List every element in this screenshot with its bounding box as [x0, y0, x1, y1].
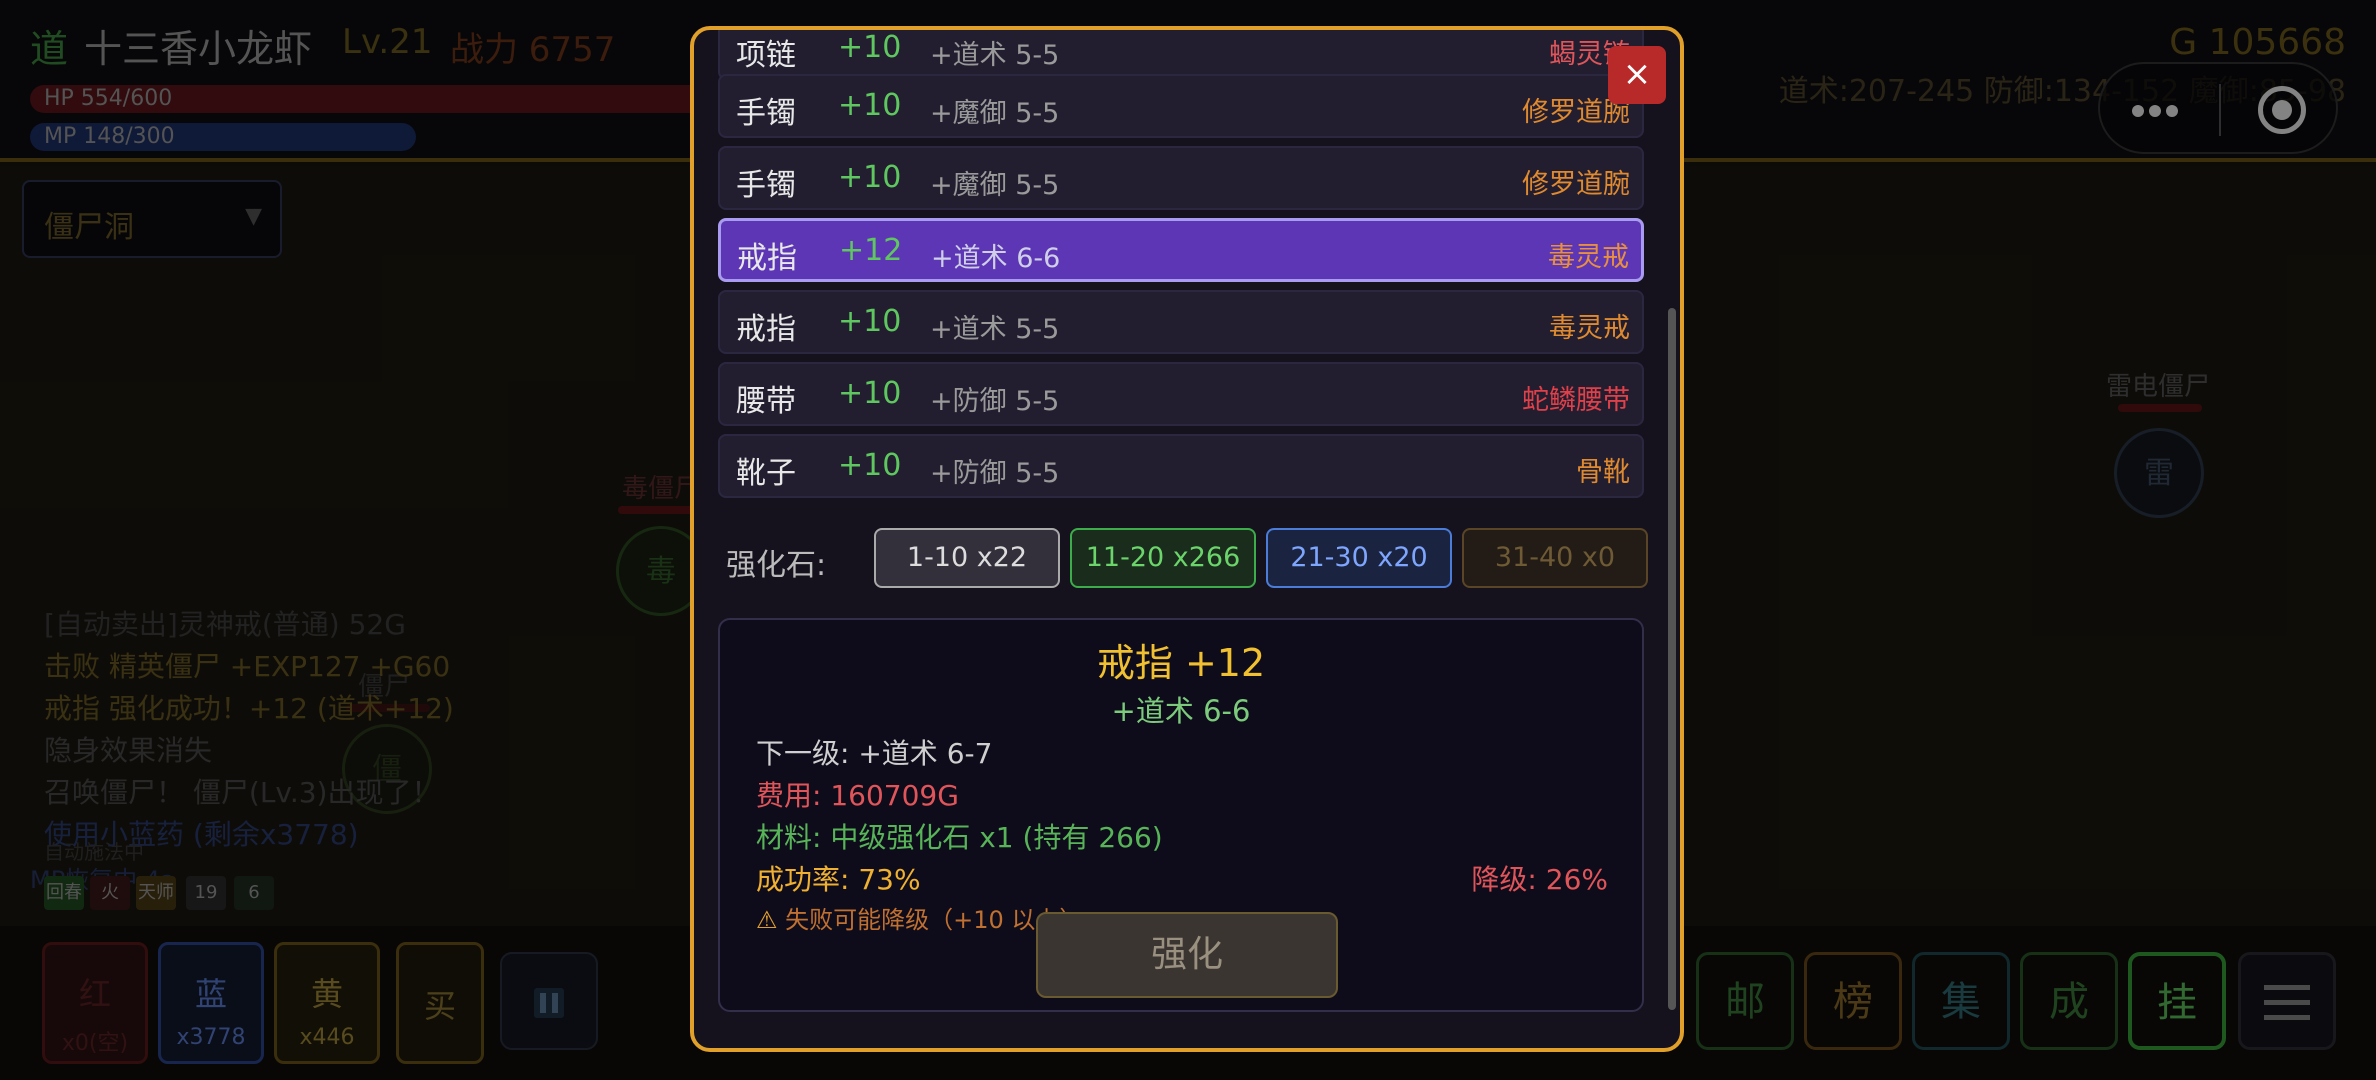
enhance-cost: 费用: 160709G [756, 779, 959, 812]
equipment-row[interactable]: 靴子 +10 +防御 5-5 骨靴 [718, 434, 1644, 498]
enhance-modal: 项链 +10 +道术 5-5 蝎灵链 手镯 +10 +魔御 5-5 修罗道腕 手… [690, 26, 1684, 1052]
enhance-level: +10 [838, 88, 902, 123]
slot-name: 项链 [736, 38, 796, 73]
next-level-stat: 下一级: +道术 6-7 [756, 737, 993, 770]
enhance-level: +12 [839, 233, 903, 268]
enhance-level: +10 [838, 160, 902, 195]
slot-name: 戒指 [736, 312, 796, 347]
stat-bonus: +魔御 5-5 [930, 98, 1060, 129]
stone-tier-3-button[interactable]: 21-30 x20 [1266, 528, 1452, 588]
enhance-level: +10 [838, 376, 902, 411]
stone-tier-2-button[interactable]: 11-20 x266 [1070, 528, 1256, 588]
stat-bonus: +道术 5-5 [930, 40, 1060, 71]
equipment-row[interactable]: 项链 +10 +道术 5-5 蝎灵链 [718, 30, 1644, 80]
warning-icon: ⚠ [756, 906, 778, 934]
item-name: 修罗道腕 [1522, 169, 1630, 200]
equipment-row[interactable]: 腰带 +10 +防御 5-5 蛇鳞腰带 [718, 362, 1644, 426]
enhance-material: 材料: 中级强化石 x1 (持有 266) [756, 821, 1163, 854]
slot-name: 戒指 [737, 241, 797, 276]
enhance-level: +10 [838, 448, 902, 483]
stat-bonus: +道术 5-5 [930, 314, 1060, 345]
slot-name: 腰带 [736, 384, 796, 419]
close-button[interactable]: × [1608, 46, 1666, 104]
stat-bonus: +道术 6-6 [931, 243, 1061, 274]
detail-title: 戒指 +12 [1096, 641, 1266, 685]
scrollbar[interactable] [1668, 308, 1676, 1010]
stones-label: 强化石: [726, 548, 827, 583]
stone-tier-4-button[interactable]: 31-40 x0 [1462, 528, 1648, 588]
equipment-row[interactable]: 戒指 +10 +道术 5-5 毒灵戒 [718, 290, 1644, 354]
item-name: 骨靴 [1576, 457, 1630, 488]
equipment-row[interactable]: 手镯 +10 +魔御 5-5 修罗道腕 [718, 74, 1644, 138]
downgrade-rate: 降级: 26% [1471, 863, 1608, 896]
slot-name: 手镯 [736, 168, 796, 203]
slot-name: 靴子 [736, 456, 796, 491]
item-name: 毒灵戒 [1549, 313, 1630, 344]
success-rate: 成功率: 73% [756, 863, 921, 896]
slot-name: 手镯 [736, 96, 796, 131]
enhance-level: +10 [838, 30, 902, 65]
equipment-row-selected[interactable]: 戒指 +12 +道术 6-6 毒灵戒 [718, 218, 1644, 282]
stat-bonus: +魔御 5-5 [930, 170, 1060, 201]
enhance-button[interactable]: 强化 [1036, 912, 1338, 998]
enhance-level: +10 [838, 304, 902, 339]
equipment-list: 项链 +10 +道术 5-5 蝎灵链 手镯 +10 +魔御 5-5 修罗道腕 手… [694, 30, 1680, 510]
stone-tier-1-button[interactable]: 1-10 x22 [874, 528, 1060, 588]
current-stat: +道术 6-6 [1111, 694, 1251, 728]
stat-bonus: +防御 5-5 [930, 386, 1060, 417]
item-name: 毒灵戒 [1548, 242, 1629, 273]
enhance-detail-panel: 戒指 +12 +道术 6-6 下一级: +道术 6-7 费用: 160709G … [718, 618, 1644, 1012]
item-name: 蛇鳞腰带 [1522, 385, 1630, 416]
downgrade-warning: ⚠ 失败可能降级（+10 以上） [756, 900, 1083, 935]
stat-bonus: +防御 5-5 [930, 458, 1060, 489]
equipment-row[interactable]: 手镯 +10 +魔御 5-5 修罗道腕 [718, 146, 1644, 210]
